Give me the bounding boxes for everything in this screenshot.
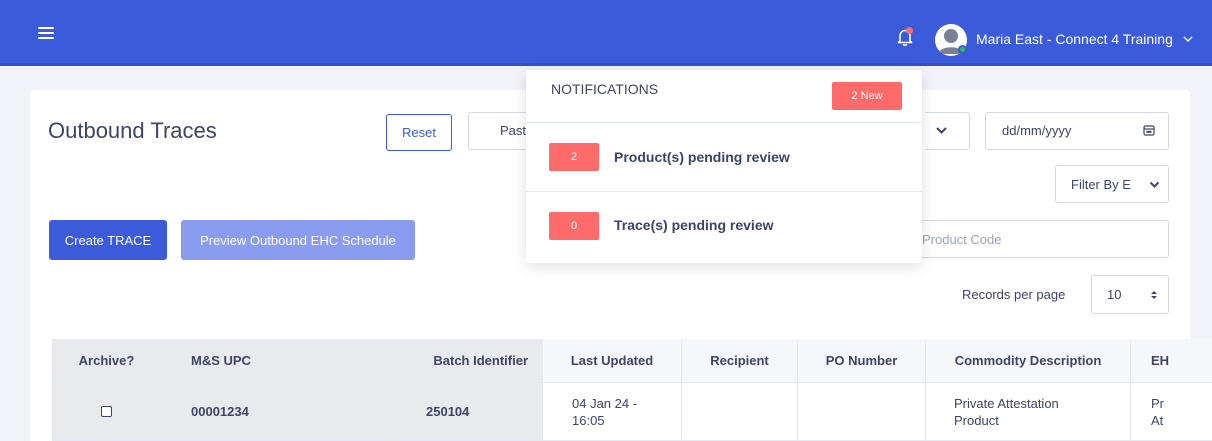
new-notifications-badge: 2 New bbox=[832, 82, 902, 110]
notification-text: Product(s) pending review bbox=[614, 149, 790, 165]
column-header[interactable]: PO Number bbox=[798, 339, 926, 383]
reset-button[interactable]: Reset bbox=[386, 114, 452, 151]
column-header[interactable]: Commodity Description bbox=[926, 339, 1131, 383]
chevron-down-icon bbox=[936, 127, 947, 134]
column-header[interactable]: M&S UPC bbox=[162, 339, 391, 383]
notification-item-traces[interactable]: 0 Trace(s) pending review bbox=[526, 192, 922, 260]
notification-text: Trace(s) pending review bbox=[614, 217, 774, 233]
table-row[interactable]: 00001234 250104 04 Jan 24 - 16:05 Privat… bbox=[52, 383, 1212, 441]
recipient-cell bbox=[682, 383, 798, 441]
count-badge: 0 bbox=[549, 212, 599, 240]
create-trace-button[interactable]: Create TRACE bbox=[49, 220, 167, 260]
archive-checkbox[interactable] bbox=[101, 406, 112, 417]
notification-item-products[interactable]: 2 Product(s) pending review bbox=[526, 123, 922, 191]
upc-cell: 00001234 bbox=[162, 383, 391, 441]
page-title: Outbound Traces bbox=[48, 118, 217, 143]
hamburger-icon[interactable] bbox=[38, 27, 54, 40]
archive-cell bbox=[52, 383, 162, 441]
count-badge: 2 bbox=[549, 143, 599, 171]
online-status-dot bbox=[958, 45, 967, 54]
notification-dot bbox=[906, 27, 913, 34]
column-header[interactable]: Batch Identifier bbox=[391, 339, 543, 383]
chevron-down-icon[interactable] bbox=[1183, 35, 1193, 43]
last-updated-cell: 04 Jan 24 - 16:05 bbox=[543, 383, 682, 441]
eh-cell: Pr At bbox=[1131, 383, 1212, 441]
commodity-cell: Private Attestation Product bbox=[926, 383, 1131, 441]
notifications-title: NOTIFICATIONS bbox=[551, 81, 659, 97]
user-name[interactable]: Maria East - Connect 4 Training bbox=[976, 31, 1173, 47]
po-number-cell bbox=[798, 383, 926, 441]
date-input[interactable]: dd/mm/yyyy bbox=[985, 112, 1169, 150]
records-per-page-label: Records per page bbox=[962, 287, 1066, 302]
table-header-row: Archive? M&S UPC Batch Identifier Last U… bbox=[52, 339, 1212, 383]
column-header[interactable]: Last Updated bbox=[543, 339, 682, 383]
sort-arrows-icon bbox=[1151, 291, 1157, 299]
notifications-dropdown: NOTIFICATIONS 2 New 2 Product(s) pending… bbox=[526, 70, 922, 263]
product-code-input[interactable]: Product Code bbox=[905, 220, 1169, 258]
batch-cell: 250104 bbox=[391, 383, 543, 441]
column-header[interactable]: EH bbox=[1131, 339, 1212, 383]
period-select-dropdown[interactable] bbox=[925, 112, 970, 150]
column-header[interactable]: Archive? bbox=[52, 339, 162, 383]
preview-schedule-button[interactable]: Preview Outbound EHC Schedule bbox=[181, 220, 415, 260]
traces-table: Archive? M&S UPC Batch Identifier Last U… bbox=[52, 339, 1212, 441]
calendar-icon[interactable] bbox=[1143, 124, 1155, 136]
column-header[interactable]: Recipient bbox=[682, 339, 798, 383]
chevron-down-icon[interactable] bbox=[1149, 181, 1160, 189]
